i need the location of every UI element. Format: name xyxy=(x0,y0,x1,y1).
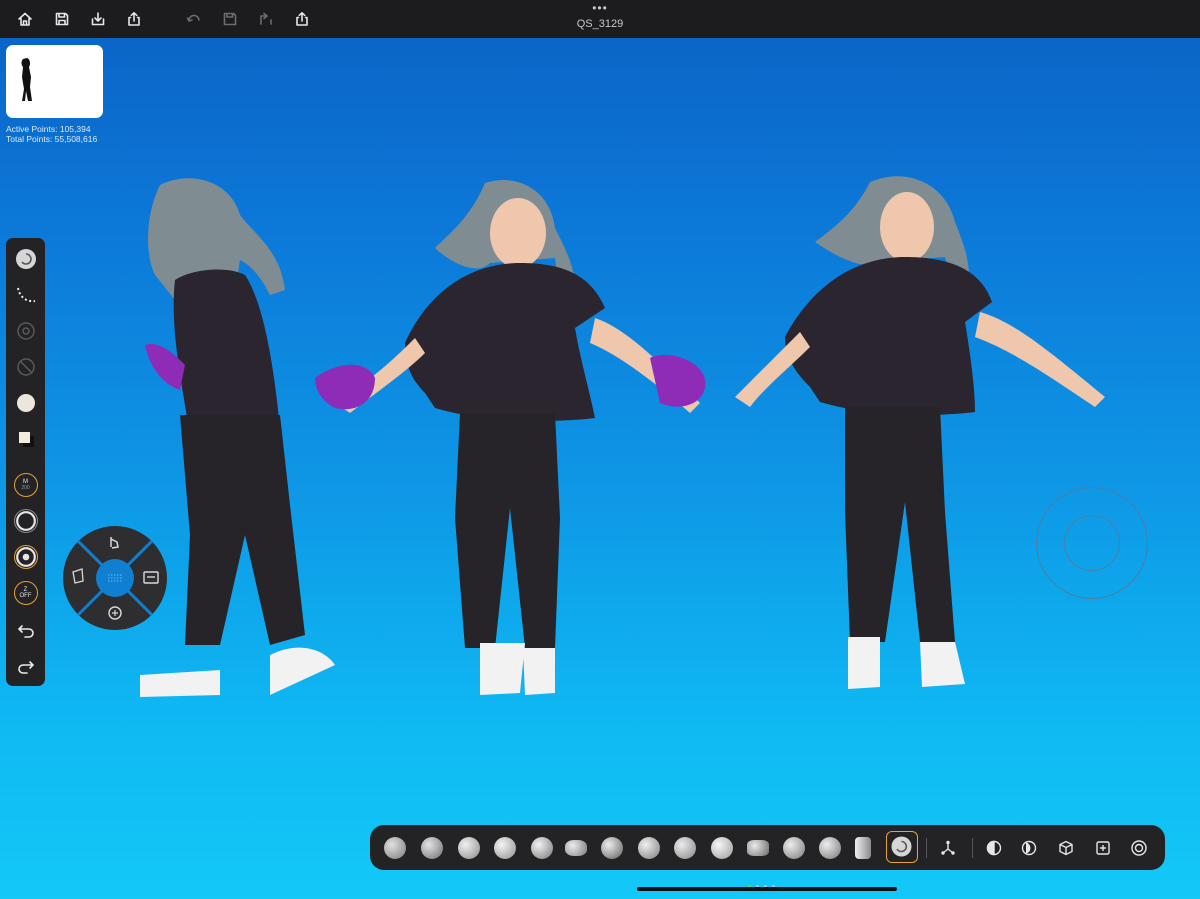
undo-arrow-icon[interactable] xyxy=(6,619,45,641)
toolbar-divider xyxy=(926,838,927,858)
redo-arrow-icon[interactable] xyxy=(6,655,45,677)
mask-sub-label: 200 xyxy=(21,485,30,491)
total-points-text: Total Points: 55,508,616 xyxy=(6,134,98,144)
focal-shift-icon[interactable] xyxy=(6,509,45,533)
left-toolbar: M 200 Z OFF xyxy=(6,238,45,686)
navigator-thumbnail[interactable] xyxy=(6,45,103,118)
point-stats: Active Points: 105,394 Total Points: 55,… xyxy=(6,124,97,144)
sculpt-model-front-view xyxy=(315,180,706,695)
radial-gesture-menu[interactable] xyxy=(62,525,168,631)
xray-icon[interactable] xyxy=(1128,837,1150,859)
cube-icon[interactable] xyxy=(1055,837,1077,859)
lazy-mouse-icon[interactable] xyxy=(6,356,45,378)
brush-spiral-selected[interactable] xyxy=(886,831,918,863)
mask-toggle[interactable]: M 200 xyxy=(6,473,45,497)
brush-standard[interactable] xyxy=(458,837,480,859)
spiral-brush-icon xyxy=(891,836,912,857)
brush-move[interactable] xyxy=(494,837,516,859)
material-sphere-icon[interactable] xyxy=(6,392,45,414)
brush-smooth[interactable] xyxy=(638,837,660,859)
brush-planar[interactable] xyxy=(783,837,805,859)
mask-icon[interactable] xyxy=(1018,837,1040,859)
active-points-text: Active Points: 105,394 xyxy=(6,124,91,134)
navigation-joystick-center[interactable] xyxy=(1064,515,1120,571)
z-state-label: OFF xyxy=(19,593,32,599)
brush-layer[interactable] xyxy=(819,837,841,859)
frame-icon[interactable] xyxy=(1092,837,1114,859)
z-intensity-toggle[interactable]: Z OFF xyxy=(6,581,45,605)
stroke-path-icon[interactable] xyxy=(6,284,45,306)
symmetry-icon[interactable] xyxy=(6,320,45,342)
home-indicator[interactable] xyxy=(637,887,897,891)
brush-trim[interactable] xyxy=(747,840,769,856)
more-menu-icon[interactable]: ••• xyxy=(0,2,1200,14)
material-icon[interactable] xyxy=(983,837,1005,859)
brush-polish[interactable] xyxy=(711,837,733,859)
figure-silhouette-icon xyxy=(21,58,32,101)
brush-intensity-icon[interactable] xyxy=(6,545,45,569)
top-bar: ••• QS_3129 xyxy=(0,0,1200,38)
brush-snakehook[interactable] xyxy=(855,837,871,859)
bottom-toolbar xyxy=(370,825,1165,870)
toolbar-divider xyxy=(972,838,973,858)
brush-flatten[interactable] xyxy=(674,837,696,859)
sculpt-model-reference-view xyxy=(735,176,1105,689)
brush-inflate[interactable] xyxy=(531,837,553,859)
brush-crease[interactable] xyxy=(565,840,587,856)
brush-clay[interactable] xyxy=(384,837,406,859)
brush-pinch[interactable] xyxy=(601,837,623,859)
color-swatch-icon[interactable] xyxy=(6,428,45,450)
gizmo-icon[interactable] xyxy=(937,837,959,859)
current-brush-icon[interactable] xyxy=(6,248,45,270)
document-title: QS_3129 xyxy=(576,18,624,30)
brush-clay-buildup[interactable] xyxy=(421,837,443,859)
